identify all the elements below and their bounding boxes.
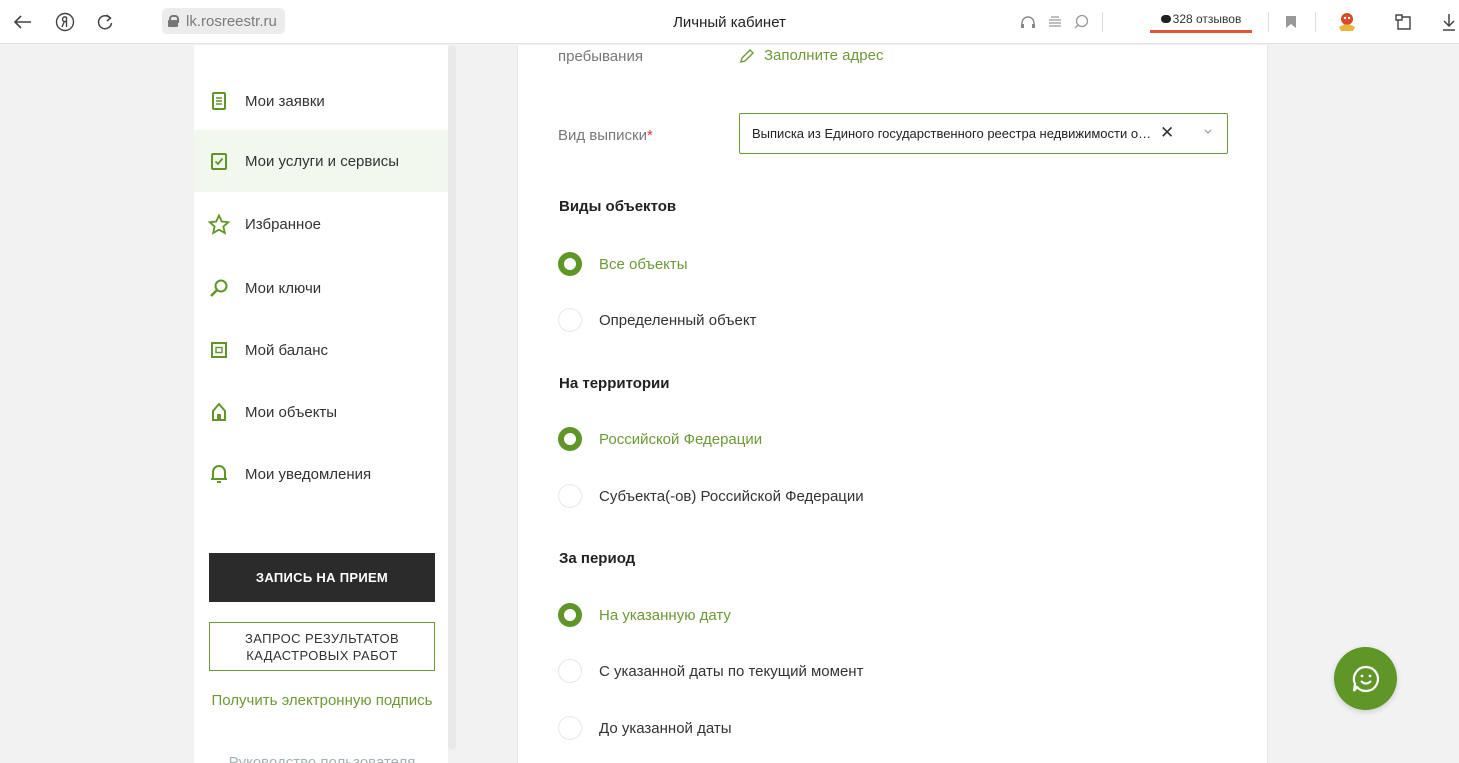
browser-toolbar: lk.rosreestr.ru Личный кабинет 328 отзыв… — [0, 0, 1459, 44]
sidebar-item-my-services[interactable]: Мои услуги и сервисы — [194, 130, 448, 192]
sidebar-item-my-objects[interactable]: Мои объекты — [194, 381, 448, 443]
radio-label: Субъекта(-ов) Российской Федерации — [599, 487, 864, 505]
radio-button-unchecked[interactable] — [558, 659, 582, 683]
comment-icon — [1160, 15, 1171, 23]
lock-icon — [168, 15, 179, 27]
reload-icon[interactable] — [93, 10, 117, 34]
bell-icon — [208, 463, 230, 485]
sidebar-scrollbar[interactable] — [448, 45, 456, 750]
collections-icon[interactable] — [1391, 10, 1415, 34]
chat-bubble-icon[interactable] — [1069, 10, 1093, 34]
download-icon[interactable] — [1437, 10, 1459, 34]
required-mark: * — [647, 127, 653, 144]
radio-button-checked[interactable] — [558, 603, 582, 627]
stay-address-label: пребывания — [558, 48, 643, 65]
radio-button-checked[interactable] — [558, 252, 582, 276]
radio-label: Все объекты — [599, 255, 688, 273]
object-types-title: Виды объектов — [559, 198, 677, 215]
appointment-button[interactable]: ЗАПИСЬ НА ПРИЕМ — [209, 553, 435, 602]
chat-smile-icon — [1352, 665, 1379, 692]
radio-federation-subject[interactable]: Субъекта(-ов) Российской Федерации — [558, 484, 864, 508]
radio-all-objects[interactable]: Все объекты — [558, 252, 688, 276]
radio-button-checked[interactable] — [558, 427, 582, 451]
house-icon — [208, 401, 230, 423]
pencil-icon — [740, 48, 754, 63]
radio-label: Определенный объект — [599, 311, 757, 329]
sidebar-item-label: Мои уведомления — [245, 465, 372, 483]
reader-mode-icon[interactable] — [1043, 10, 1067, 34]
sidebar-item-label: Мои ключи — [245, 279, 322, 297]
sidebar-item-label: Мои объекты — [245, 403, 338, 421]
radio-label: До указанной даты — [599, 719, 732, 737]
user-guide-link[interactable]: Руководство пользователя — [209, 752, 435, 763]
radio-label: Российской Федерации — [599, 430, 763, 448]
extension-mascot-icon[interactable] — [1335, 10, 1359, 34]
sidebar-item-my-notifications[interactable]: Мои уведомления — [194, 443, 448, 505]
main-form-panel: пребывания Заполните адрес Вид выписки* … — [517, 45, 1268, 763]
radio-specific-object[interactable]: Определенный объект — [558, 308, 757, 332]
radio-from-date-to-now[interactable]: С указанной даты по текущий момент — [558, 659, 863, 683]
cadastral-results-button[interactable]: ЗАПРОС РЕЗУЛЬТАТОВ КАДАСТРОВЫХ РАБОТ — [209, 622, 435, 671]
radio-button-unchecked[interactable] — [558, 308, 582, 332]
sidebar-item-favorites[interactable]: Избранное — [194, 193, 448, 255]
radio-russian-federation[interactable]: Российской Федерации — [558, 427, 762, 451]
yandex-logo-icon[interactable] — [53, 10, 77, 34]
extract-type-select[interactable]: Выписка из Единого государственного реес… — [739, 113, 1228, 154]
chat-support-button[interactable] — [1334, 647, 1397, 710]
period-title: За период — [559, 550, 636, 567]
headphones-icon[interactable] — [1016, 10, 1040, 34]
back-arrow-icon[interactable] — [11, 10, 35, 34]
toolbar-divider — [1315, 12, 1316, 32]
radio-button-unchecked[interactable] — [558, 716, 582, 740]
reviews-count: 328 отзывов — [1172, 12, 1242, 26]
checklist-icon — [208, 150, 230, 172]
sidebar-item-my-requests[interactable]: Мои заявки — [194, 70, 448, 132]
clear-selection-icon[interactable]: ✕ — [1160, 123, 1174, 143]
radio-label: С указанной даты по текущий момент — [599, 662, 864, 680]
extract-type-value: Выписка из Единого государственного реес… — [752, 126, 1152, 141]
sidebar-item-label: Мои заявки — [245, 92, 325, 110]
extract-type-text: Вид выписки — [558, 127, 647, 144]
sidebar-item-label: Мой баланс — [245, 341, 329, 359]
territory-title: На территории — [559, 375, 670, 392]
fill-address-text: Заполните адрес — [764, 47, 884, 64]
sidebar-item-my-balance[interactable]: Мой баланс — [194, 319, 448, 381]
document-icon — [208, 90, 230, 112]
reviews-badge[interactable]: 328 отзывов — [1150, 11, 1252, 33]
radio-button-unchecked[interactable] — [558, 484, 582, 508]
chevron-down-icon[interactable] — [1202, 126, 1214, 138]
get-e-signature-link[interactable]: Получить электронную подпись — [209, 690, 435, 712]
fill-address-link[interactable]: Заполните адрес — [740, 47, 883, 64]
star-icon — [208, 213, 230, 235]
toolbar-divider — [1102, 12, 1103, 32]
extract-type-label: Вид выписки* — [558, 127, 653, 144]
radio-on-date[interactable]: На указанную дату — [558, 603, 731, 627]
sidebar-item-label: Избранное — [245, 215, 322, 233]
radio-label: На указанную дату — [599, 606, 731, 624]
radio-until-date[interactable]: До указанной даты — [558, 716, 732, 740]
url-text: lk.rosreestr.ru — [186, 12, 277, 30]
sidebar-item-label: Мои услуги и сервисы — [245, 152, 400, 170]
sidebar-item-my-keys[interactable]: Мои ключи — [194, 257, 448, 319]
toolbar-divider — [1268, 12, 1269, 32]
wallet-icon — [208, 339, 230, 361]
address-bar[interactable]: lk.rosreestr.ru — [162, 8, 285, 34]
bookmark-icon[interactable] — [1279, 10, 1303, 34]
key-icon — [208, 277, 230, 299]
